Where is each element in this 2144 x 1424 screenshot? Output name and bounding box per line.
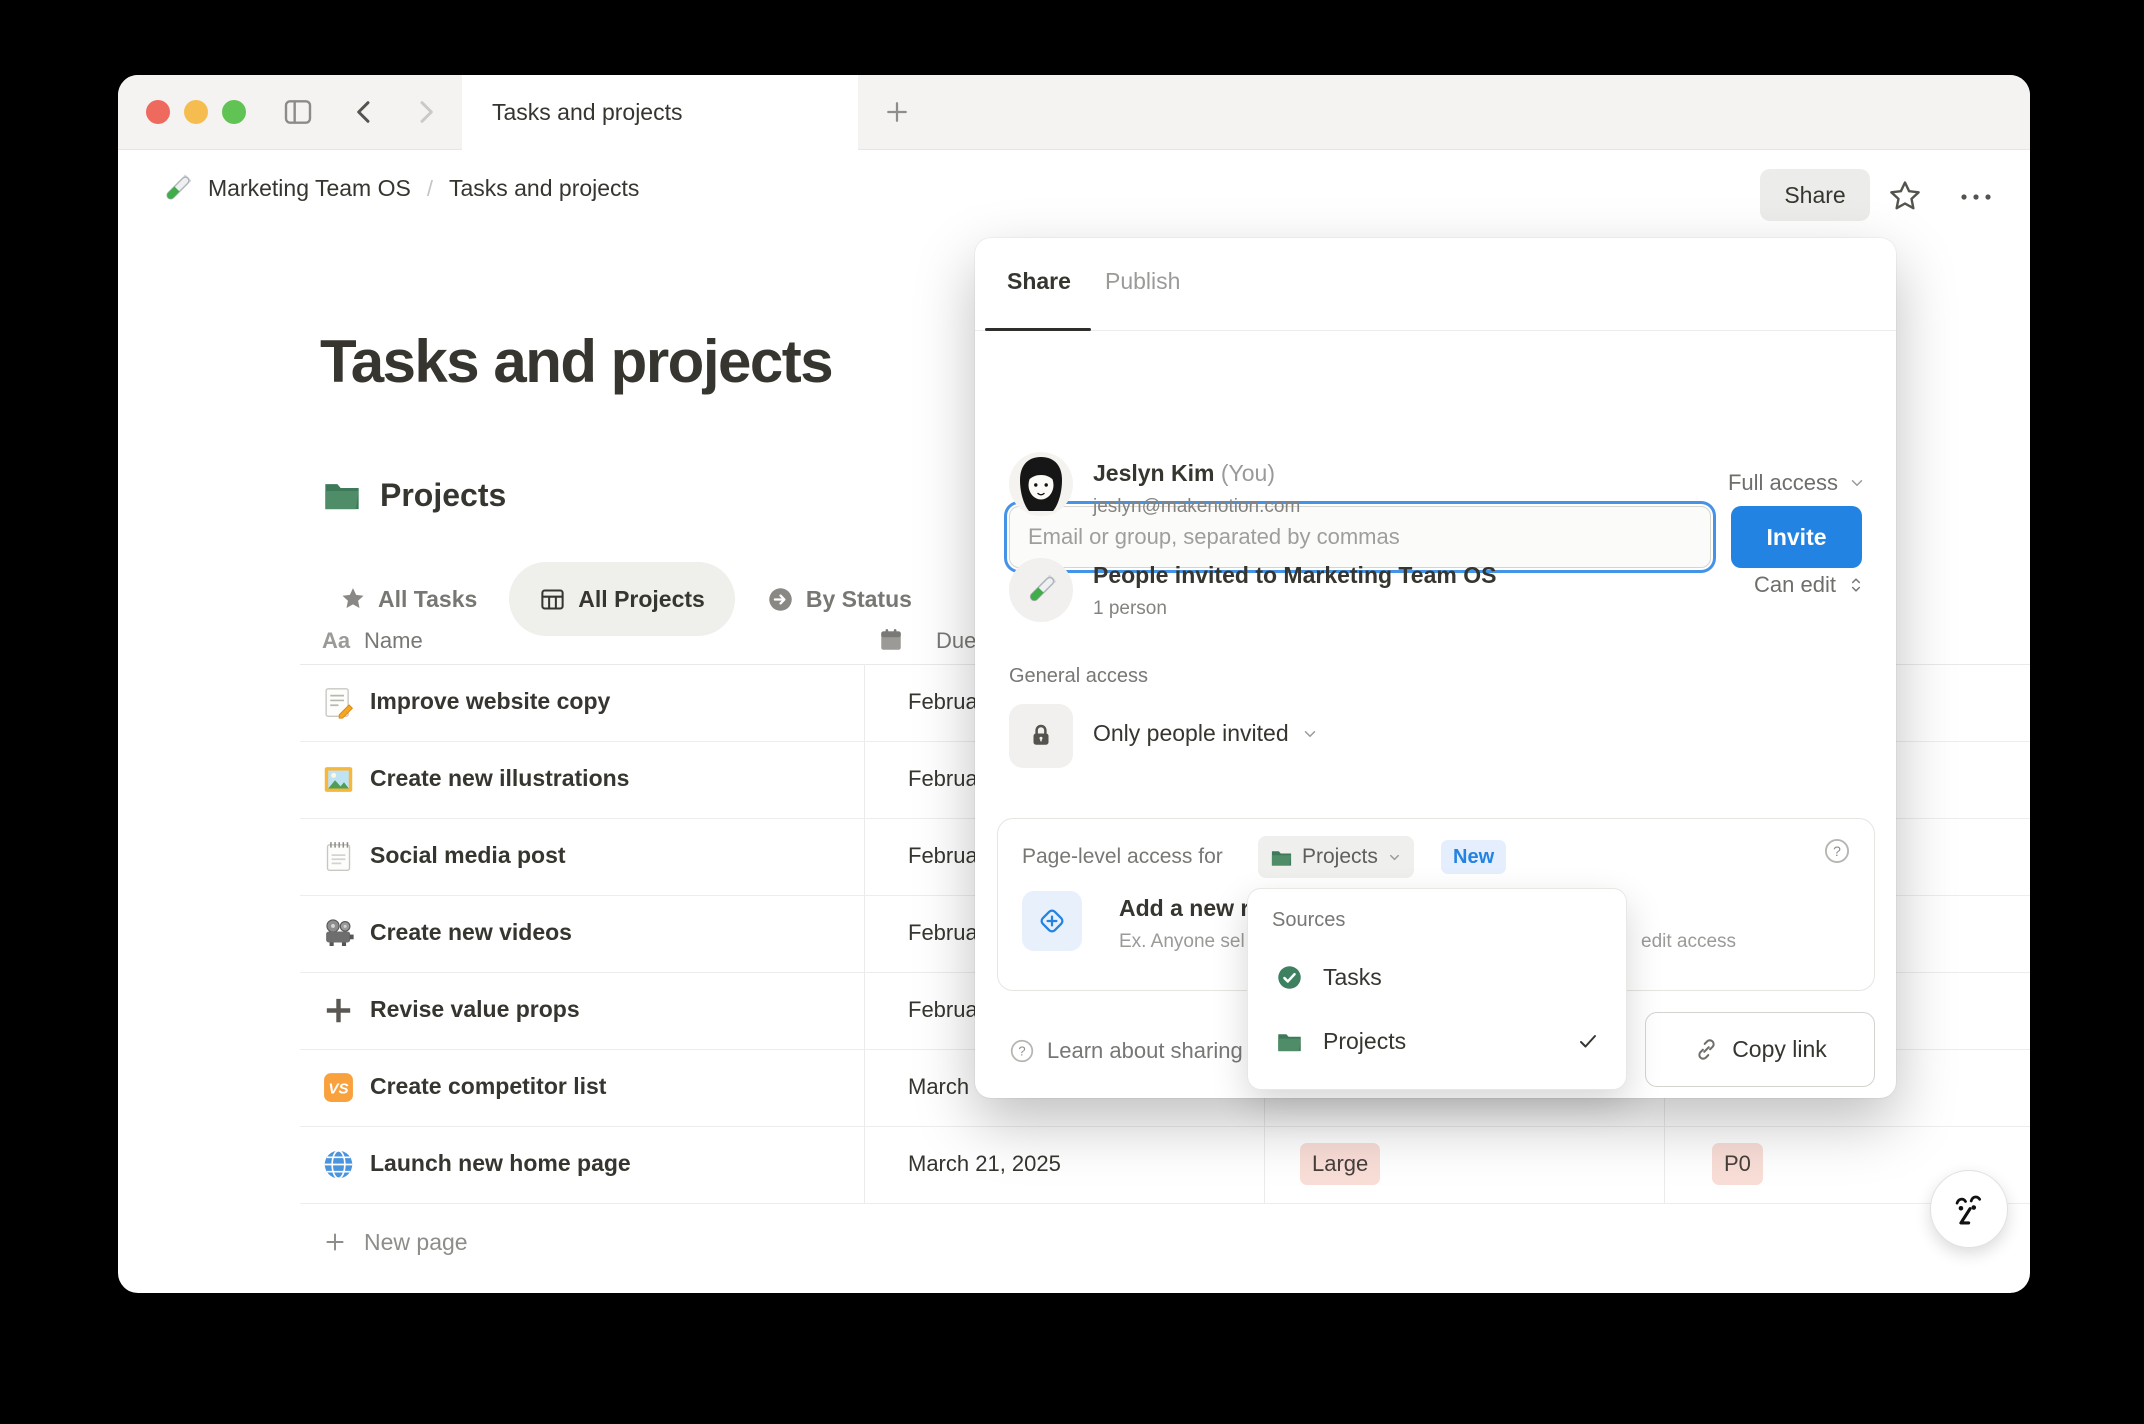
text-type-icon: Aa	[322, 628, 351, 653]
vs-icon: VS	[322, 1071, 355, 1104]
arrow-circle-icon	[767, 586, 794, 613]
group-access-dropdown[interactable]: Can edit	[1754, 572, 1866, 598]
lock-icon	[1009, 704, 1073, 768]
active-tab-underline	[985, 328, 1091, 331]
section-title: Projects	[380, 476, 507, 513]
page-title: Tasks and projects	[320, 328, 834, 395]
selected-checkmark-icon	[1576, 1029, 1600, 1053]
test-tube-icon	[160, 172, 194, 206]
plus-icon	[322, 1229, 348, 1255]
check-circle-icon	[1276, 964, 1303, 991]
due-date-cell[interactable]: March	[908, 1074, 969, 1100]
group-avatar	[1009, 558, 1073, 622]
group-name: People invited to Marketing Team OS	[1093, 562, 1497, 588]
breadcrumb-separator: /	[426, 175, 433, 201]
general-access-label: General access	[1009, 665, 1148, 687]
breadcrumb-workspace[interactable]: Marketing Team OS	[208, 175, 411, 202]
breadcrumb: Marketing Team OS / Tasks and projects	[118, 150, 2030, 227]
group-count: 1 person	[1093, 598, 1167, 619]
link-icon	[1693, 1036, 1720, 1063]
notepad-icon	[322, 840, 355, 873]
size-badge[interactable]: Large	[1300, 1143, 1381, 1185]
memo-icon	[322, 686, 355, 719]
back-chevron-icon[interactable]	[348, 96, 380, 128]
notion-ai-button[interactable]	[1930, 1170, 2008, 1248]
share-button[interactable]: Share	[1760, 169, 1870, 221]
invite-button[interactable]: Invite	[1731, 506, 1862, 568]
help-question-icon: ?	[1009, 1038, 1035, 1064]
tab-title: Tasks and projects	[492, 99, 683, 125]
priority-badge[interactable]: P0	[1712, 1143, 1763, 1185]
traffic-zoom-button[interactable]	[222, 100, 246, 124]
sidebar-toggle-icon[interactable]	[282, 96, 314, 128]
sources-item-tasks[interactable]: Tasks	[1262, 951, 1614, 1003]
copy-link-button[interactable]: Copy link	[1645, 1012, 1875, 1087]
avatar	[1009, 452, 1073, 516]
member-name: Jeslyn Kim (You)	[1093, 460, 1275, 486]
calendar-icon	[878, 627, 904, 653]
tab-share[interactable]: Share	[1007, 268, 1071, 295]
add-rule-hint-left: Ex. Anyone sel	[1119, 931, 1245, 952]
chevron-down-icon	[1301, 725, 1319, 743]
svg-text:?: ?	[1018, 1044, 1025, 1059]
name-column-header[interactable]: Name	[364, 628, 423, 654]
traffic-minimize-button[interactable]	[184, 100, 208, 124]
ai-face-icon	[1947, 1187, 1991, 1231]
breadcrumb-page[interactable]: Tasks and projects	[449, 175, 639, 202]
sources-menu-title: Sources	[1272, 909, 1346, 931]
globe-icon	[322, 1148, 355, 1181]
learn-about-sharing-link[interactable]: ? Learn about sharing	[1009, 1038, 1243, 1064]
folder-icon	[1276, 1028, 1303, 1055]
section-header: Projects	[322, 475, 506, 515]
page-level-access-label: Page-level access for	[1022, 845, 1223, 868]
member-you-suffix: (You)	[1220, 460, 1275, 486]
star-icon	[340, 586, 366, 612]
heavy-plus-icon	[322, 994, 355, 1027]
tab-bar: Tasks and projects	[118, 75, 2030, 150]
forward-chevron-icon[interactable]	[410, 96, 442, 128]
traffic-close-button[interactable]	[146, 100, 170, 124]
folder-icon	[1270, 846, 1293, 869]
new-page-button[interactable]: New page	[300, 1203, 2030, 1281]
tab-publish[interactable]: Publish	[1105, 268, 1180, 295]
table-grid-icon	[539, 586, 566, 613]
add-rule-icon	[1022, 891, 1082, 951]
page-level-target-dropdown[interactable]: Projects	[1258, 836, 1414, 878]
more-ellipsis-icon[interactable]	[1956, 185, 1996, 209]
film-projector-icon	[322, 917, 355, 950]
member-email: jeslyn@makenotion.com	[1093, 496, 1301, 517]
sources-item-projects[interactable]: Projects	[1262, 1015, 1614, 1067]
favorite-star-icon[interactable]	[1888, 179, 1922, 213]
new-tab-plus-icon[interactable]	[882, 97, 914, 129]
add-rule-hint-right: edit access	[1641, 931, 1737, 952]
tab-tasks-and-projects[interactable]: Tasks and projects	[462, 75, 858, 150]
chevron-up-down-icon	[1846, 573, 1866, 597]
folder-icon	[322, 475, 362, 515]
access-level-dropdown[interactable]: Full access	[1728, 470, 1866, 496]
chevron-down-icon	[1387, 850, 1402, 865]
sources-menu: Sources Tasks Projects	[1247, 888, 1627, 1090]
general-access-dropdown[interactable]: Only people invited	[1093, 720, 1319, 747]
new-feature-badge: New	[1441, 840, 1507, 874]
chevron-down-icon	[1848, 474, 1866, 492]
due-date-cell[interactable]: March 21, 2025	[908, 1151, 1061, 1177]
table-row[interactable]: Launch new home page March 21, 2025 Larg…	[300, 1126, 2030, 1204]
svg-text:VS: VS	[328, 1081, 348, 1098]
share-dialog: Share Publish Invite Jeslyn Kim (You) je…	[975, 238, 1896, 1098]
app-window: Tasks and projects Marketing Team OS / T…	[118, 75, 2030, 1293]
share-dialog-tabs: Share Publish	[975, 238, 1896, 331]
svg-text:?: ?	[1833, 843, 1841, 859]
help-question-icon[interactable]: ?	[1823, 837, 1851, 865]
framed-picture-icon	[322, 763, 355, 796]
